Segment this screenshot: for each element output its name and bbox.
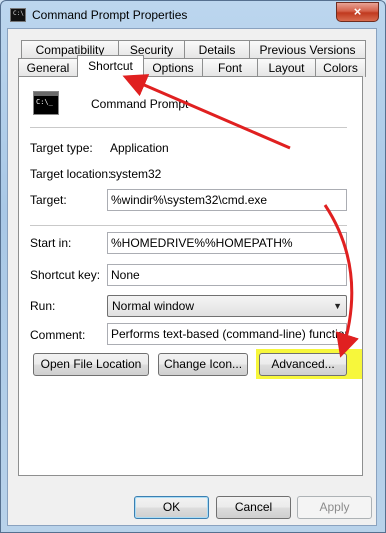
target-location-value: system32 <box>110 167 162 181</box>
separator <box>30 127 347 128</box>
comment-input[interactable]: Performs text-based (command-line) funct… <box>107 323 347 345</box>
shortcut-key-input[interactable]: None <box>107 264 347 286</box>
target-location-label: Target location: <box>30 167 112 181</box>
cancel-button[interactable]: Cancel <box>216 496 291 519</box>
target-input[interactable]: %windir%\system32\cmd.exe <box>107 189 347 211</box>
ok-button[interactable]: OK <box>134 496 209 519</box>
start-in-input[interactable]: %HOMEDRIVE%%HOMEPATH% <box>107 232 347 254</box>
target-label: Target: <box>30 193 67 207</box>
cmd-shortcut-icon: C:\_ <box>33 91 59 115</box>
shortcut-name: Command Prompt <box>91 97 189 111</box>
open-file-location-button[interactable]: Open File Location <box>33 353 149 376</box>
comment-label: Comment: <box>30 328 86 342</box>
run-label: Run: <box>30 299 56 313</box>
target-type-value: Application <box>110 141 169 155</box>
run-dropdown-value: Normal window <box>112 299 195 313</box>
apply-button[interactable]: Apply <box>297 496 372 519</box>
start-in-label: Start in: <box>30 236 72 250</box>
separator <box>30 225 347 226</box>
advanced-button[interactable]: Advanced... <box>259 353 347 376</box>
run-dropdown[interactable]: Normal window ▼ <box>107 295 347 317</box>
change-icon-button[interactable]: Change Icon... <box>158 353 248 376</box>
shortcut-key-label: Shortcut key: <box>30 268 101 282</box>
chevron-down-icon: ▼ <box>333 301 342 311</box>
target-type-label: Target type: <box>30 141 93 155</box>
